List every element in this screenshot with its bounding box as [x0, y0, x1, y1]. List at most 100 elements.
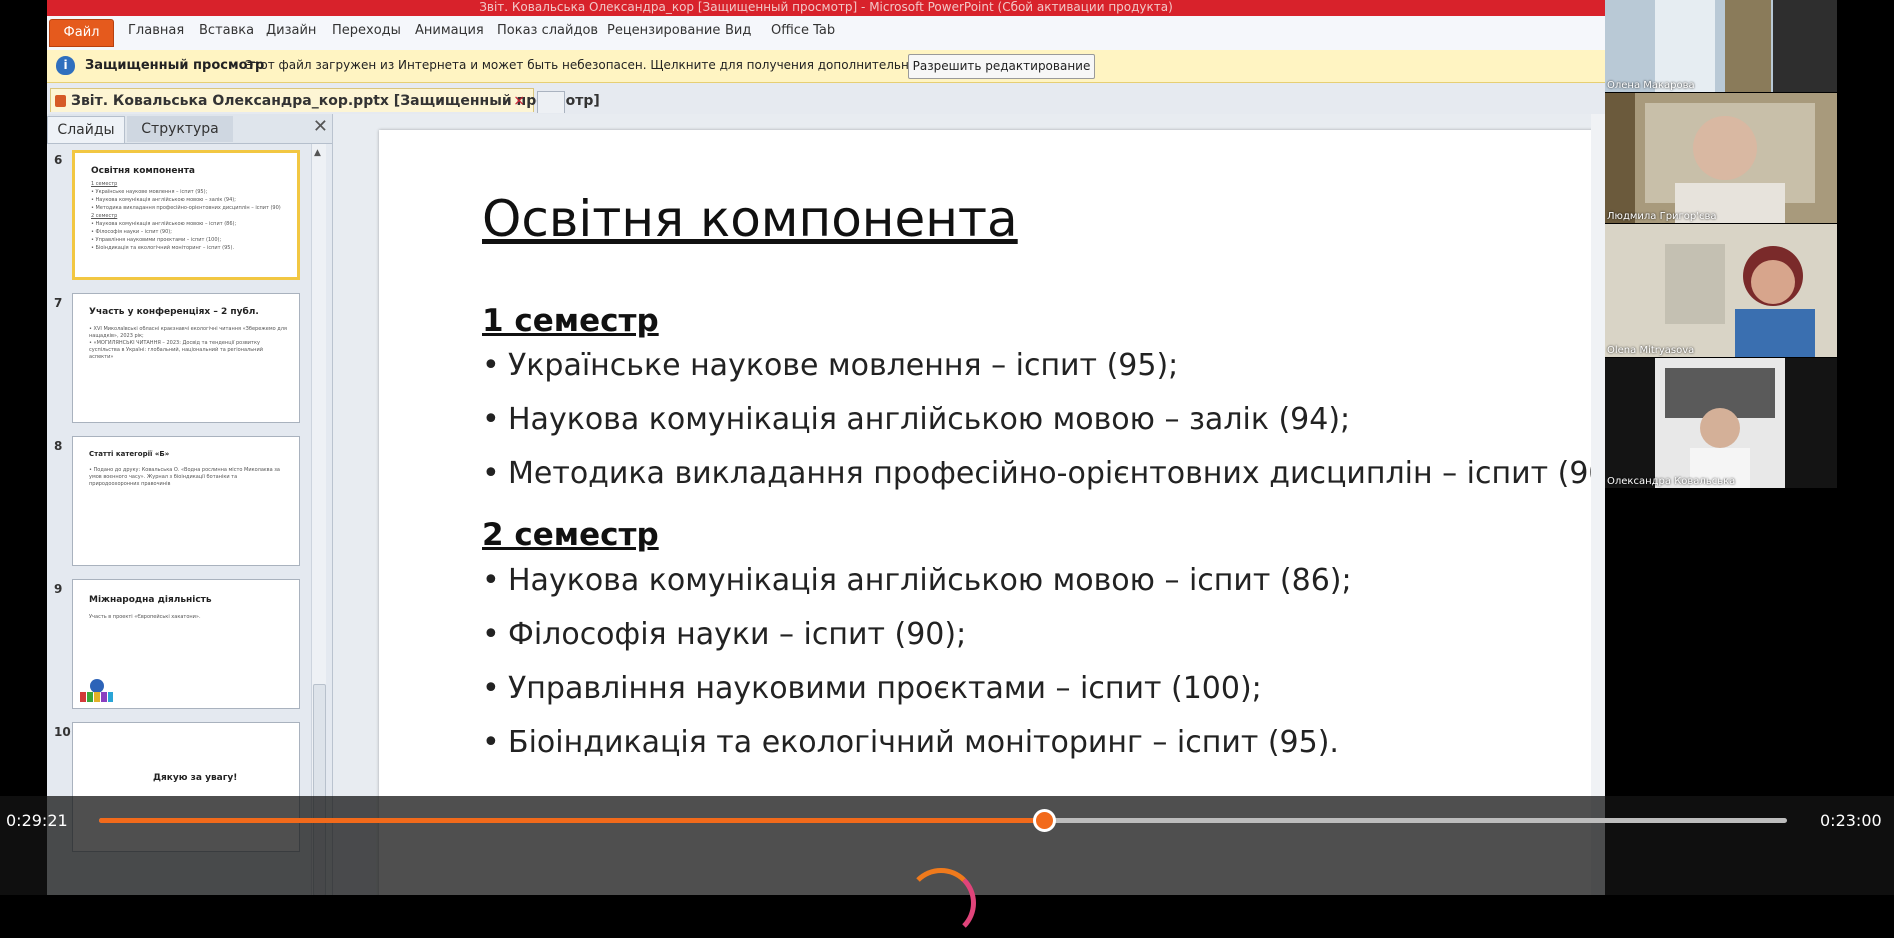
powerpoint-file-icon: [55, 95, 66, 107]
video-player-controls: 0:29:21 0:23:00: [0, 796, 1894, 938]
course-item: • Наукова комунікація англійською мовою –…: [482, 563, 1352, 598]
tab-home[interactable]: Главная: [128, 23, 184, 38]
slide-preview: Освітня компонента 1 семестр • Українськ…: [72, 150, 300, 280]
protected-view-title: Защищенный просмотр: [85, 58, 265, 73]
slide-editor-area: Освітня компонента 1 семестр • Українське…: [333, 114, 1605, 895]
participant-name: Олена Макарова: [1607, 80, 1695, 91]
tab-design[interactable]: Дизайн: [266, 23, 316, 38]
loading-spinner-icon: [906, 868, 976, 938]
thumb-title: Освітня компонента: [91, 166, 195, 176]
tab-animation[interactable]: Анимация: [415, 23, 484, 38]
current-time: 0:29:21: [6, 811, 68, 830]
participant-video: [1605, 93, 1837, 223]
remaining-time: 0:23:00: [1820, 811, 1882, 830]
participant-name: Olena Mitryasova: [1607, 345, 1695, 356]
tab-view[interactable]: Вид: [725, 23, 751, 38]
slide-number: 10: [54, 725, 71, 739]
close-tab-icon[interactable]: ×: [513, 89, 525, 113]
seek-handle[interactable]: [1033, 809, 1057, 832]
slide-thumbnail-6[interactable]: 6 Освітня компонента 1 семестр • Українс…: [47, 145, 309, 283]
participant-video: [1605, 358, 1837, 488]
thumb-line: • Наукова комунікація англійською мовою …: [91, 221, 237, 227]
slide-number: 9: [54, 582, 63, 596]
course-text: Наукова комунікація англійською мовою – …: [508, 402, 1351, 437]
course-item: • Управління науковими проєктами – іспит …: [482, 671, 1262, 706]
current-slide: Освітня компонента 1 семестр • Українське…: [379, 130, 1605, 895]
participant-tile[interactable]: Олена Макарова: [1605, 0, 1837, 92]
slide-thumbnail-7[interactable]: 7 Участь у конференціях – 2 публ. • XVI …: [47, 288, 309, 426]
thumb-title: Міжнародна діяльність: [89, 595, 212, 605]
thumb-title: Статті категорії «Б»: [89, 450, 170, 458]
new-tab-button[interactable]: [537, 91, 565, 113]
thumb-line: • Наукова комунікація англійською мовою …: [91, 197, 236, 203]
thumb-line: аспекти»: [89, 354, 114, 360]
thumb-line: • Українське наукове мовлення – іспит (9…: [91, 189, 208, 195]
panel-scrollbar[interactable]: ▲: [311, 144, 326, 895]
tab-review[interactable]: Рецензирование: [607, 23, 720, 38]
course-item: • Наукова комунікація англійською мовою –…: [482, 402, 1351, 437]
slide-number: 8: [54, 439, 63, 453]
participant-name: Людмила Григор'єва: [1607, 211, 1717, 222]
slide-title: Освітня компонента: [482, 190, 1018, 248]
title-bar: Звіт. Ковальська Олександра_кор [Защищен…: [47, 0, 1605, 16]
slide-number: 7: [54, 296, 63, 310]
panel-tabs: Слайды Структура ✕: [47, 114, 332, 144]
thumb-line: • Філософія науки – іспит (90);: [91, 229, 172, 235]
slide-preview: Участь у конференціях – 2 публ. • XVI Ми…: [72, 293, 300, 423]
participant-tile[interactable]: Олександра Ковальська: [1605, 358, 1837, 488]
slide-number: 6: [54, 153, 63, 167]
scroll-up-arrow-icon[interactable]: ▲: [314, 148, 321, 158]
tab-slideshow[interactable]: Показ слайдов: [497, 23, 598, 38]
protected-view-message[interactable]: Этот файл загружен из Интернета и может …: [245, 58, 993, 72]
thumb-line: • «МОГИЛЯНСЬКІ ЧИТАННЯ – 2023: Досвід та…: [89, 340, 260, 346]
course-item: • Філософія науки – іспит (90);: [482, 617, 967, 652]
tab-transitions[interactable]: Переходы: [332, 23, 401, 38]
thumb-line: • Подано до друку: Ковальська О. «Водна …: [89, 467, 280, 473]
document-tab[interactable]: Звіт. Ковальська Олександра_кор.pptx [За…: [50, 88, 600, 113]
course-item: • Біоіндикація та екологічний моніторинг …: [482, 725, 1339, 760]
course-text: Управління науковими проєктами – іспит (…: [508, 671, 1262, 706]
course-item: • Методика викладання професійно-орієнтов…: [482, 456, 1605, 491]
course-text: Методика викладання професійно-орієнтовн…: [508, 456, 1605, 491]
course-item: • Українське наукове мовлення – іспит (95…: [482, 348, 1179, 383]
slide-preview: Міжнародна діяльність Участь в проекті «…: [72, 579, 300, 709]
powerpoint-window: Звіт. Ковальська Олександра_кор [Защищен…: [47, 0, 1605, 895]
participant-tile[interactable]: Olena Mitryasova: [1605, 224, 1837, 357]
document-tab-bar: Звіт. Ковальська Олександра_кор.pptx [За…: [47, 83, 1605, 115]
window-title: Звіт. Ковальська Олександра_кор [Защищен…: [479, 0, 1173, 14]
close-panel-icon[interactable]: ✕: [313, 116, 328, 137]
ribbon-tabs: Файл Главная Вставка Дизайн Переходы Ани…: [47, 16, 1605, 51]
slide-thumbnail-8[interactable]: 8 Статті категорії «Б» • Подано до друку…: [47, 431, 309, 569]
slides-panel: Слайды Структура ✕ 6 Освітня компонента …: [47, 114, 333, 895]
participant-name: Олександра Ковальська: [1607, 476, 1736, 487]
thumb-line: 2 семестр: [91, 213, 118, 219]
protected-view-bar: i Защищенный просмотр Этот файл загружен…: [47, 50, 1605, 83]
thumb-line: • Управління науковими проєктами – іспит…: [91, 237, 222, 243]
thumb-line: • Біоіндикація та екологічний моніторинг…: [91, 245, 235, 251]
slide-thumbnail-9[interactable]: 9 Міжнародна діяльність Участь в проекті…: [47, 574, 309, 712]
tab-outline[interactable]: Структура: [127, 116, 233, 142]
thumb-line: 1 семестр: [91, 181, 118, 187]
participant-tile[interactable]: Людмила Григор'єва: [1605, 93, 1837, 223]
tab-office-tab[interactable]: Office Tab: [771, 23, 835, 38]
course-text: Українське наукове мовлення – іспит (95)…: [508, 348, 1179, 383]
enable-editing-button[interactable]: Разрешить редактирование: [908, 54, 1095, 79]
thumb-line: природоохоронних правочинів: [89, 481, 171, 487]
tab-insert[interactable]: Вставка: [199, 23, 254, 38]
shield-icon: i: [56, 56, 75, 75]
course-text: Біоіндикація та екологічний моніторинг –…: [508, 725, 1339, 760]
thumb-line: • XVI Миколаївські обласні краєзнавчі ек…: [89, 326, 287, 332]
semester-2-heading: 2 семестр: [482, 517, 659, 553]
thumb-line: Участь в проекті «Європейські хакатони».: [89, 614, 201, 620]
course-text: Філософія науки – іспит (90);: [508, 617, 967, 652]
semester-1-heading: 1 семестр: [482, 303, 659, 339]
thumb-line: суспільства в Україні: глобальний, націо…: [89, 347, 263, 353]
participant-video: [1605, 0, 1837, 92]
file-tab[interactable]: Файл: [49, 19, 114, 47]
thumb-line: • Методика викладання професійно-орієнто…: [91, 205, 281, 211]
slide-scrollbar[interactable]: [1591, 114, 1605, 895]
tab-slides[interactable]: Слайды: [47, 116, 125, 143]
participant-video: [1605, 224, 1837, 357]
globe-books-icon: [80, 679, 113, 702]
seek-bar[interactable]: [99, 809, 1787, 832]
